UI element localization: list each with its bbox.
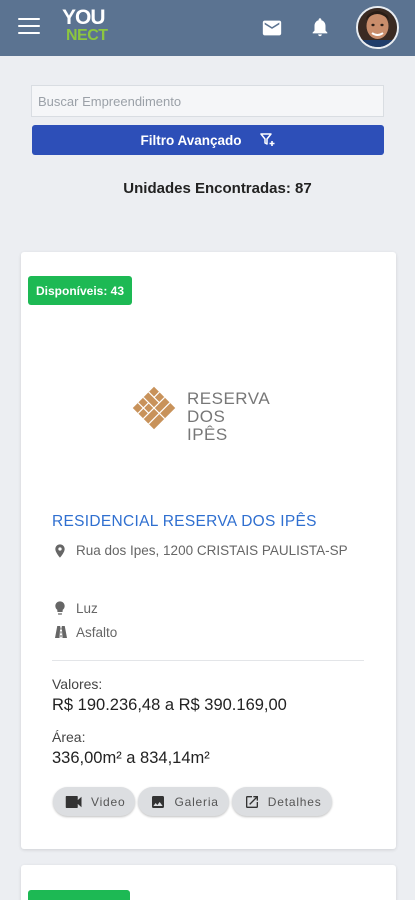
parquet-tile-icon — [132, 386, 176, 430]
logo-bottom-text: NECT — [66, 27, 108, 44]
mail-icon[interactable] — [261, 17, 283, 39]
app-logo[interactable]: YOU NECT — [62, 6, 118, 48]
video-icon — [65, 795, 82, 808]
listing-card: Disponíveis: 43 RESERVA DOS IPÊS RESIDEN… — [21, 252, 396, 849]
open-external-icon — [245, 795, 258, 808]
gallery-button[interactable]: Galeria — [138, 787, 229, 816]
advanced-filter-label: Filtro Avançado — [140, 132, 242, 148]
results-count: Unidades Encontradas: 87 — [123, 180, 312, 197]
menu-icon[interactable] — [18, 18, 40, 36]
area-label: Área: — [52, 729, 86, 745]
video-label: Video — [91, 794, 126, 809]
listing-title[interactable]: RESIDENCIAL RESERVA DOS IPÊS — [52, 513, 317, 531]
road-icon — [52, 620, 76, 647]
avatar[interactable] — [356, 6, 399, 49]
listing-card-next — [21, 865, 396, 900]
development-logo: RESERVA DOS IPÊS — [125, 384, 270, 444]
area-range: 336,00m² a 834,14m² — [52, 749, 210, 767]
advanced-filter-button[interactable]: Filtro Avançado — [32, 125, 384, 155]
address-text: Rua dos Ipes, 1200 CRISTAIS PAULISTA-SP — [76, 543, 348, 558]
brand-line-1: RESERVA — [187, 389, 271, 408]
brand-line-2: DOS IPÊS — [187, 407, 228, 444]
feature-label-luz: Luz — [76, 601, 98, 616]
location-pin-icon — [52, 537, 76, 566]
values-label: Valores: — [52, 676, 103, 692]
app-header: YOU NECT — [0, 0, 415, 56]
bell-icon[interactable] — [309, 15, 331, 39]
address-row: Rua dos Ipes, 1200 CRISTAIS PAULISTA-SP — [52, 537, 362, 566]
filter-plus-icon — [259, 133, 274, 146]
search-input[interactable] — [31, 85, 384, 117]
feature-row-asfalto: Asfalto — [52, 620, 117, 647]
gallery-label: Galeria — [174, 794, 219, 809]
details-label: Detalhes — [267, 794, 322, 809]
card-divider — [52, 660, 364, 661]
values-range: R$ 190.236,48 a R$ 390.169,00 — [52, 696, 287, 714]
feature-label-asfalto: Asfalto — [76, 625, 118, 640]
video-button[interactable]: Video — [53, 787, 136, 816]
feature-row-luz: Luz — [52, 596, 98, 623]
action-buttons: Video Galeria Detalhes — [53, 787, 332, 816]
image-icon — [152, 795, 165, 808]
availability-badge-next — [28, 890, 130, 900]
details-button[interactable]: Detalhes — [231, 787, 332, 816]
availability-badge: Disponíveis: 43 — [28, 276, 133, 305]
logo-top-text: YOU — [62, 6, 106, 29]
lightbulb-icon — [52, 596, 76, 623]
